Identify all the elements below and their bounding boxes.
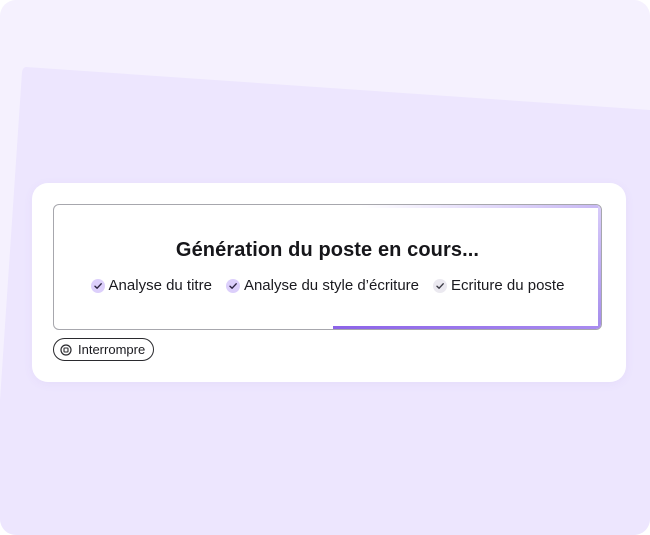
step-label: Ecriture du poste [451, 277, 565, 294]
check-icon [225, 278, 240, 293]
step-writing: Ecriture du poste [433, 277, 564, 294]
progress-glow-right [598, 205, 601, 329]
step-label: Analyse du style d’écriture [243, 277, 420, 294]
generation-card: Génération du poste en cours... Analyse … [32, 183, 626, 382]
progress-bar-fill [332, 326, 601, 329]
step-style-analysis: Analyse du style d’écriture [225, 277, 420, 294]
stop-button-label: Interrompre [78, 342, 146, 357]
progress-glow-top [361, 205, 601, 208]
progress-title: Génération du poste en cours... [175, 239, 480, 261]
check-icon [90, 278, 105, 293]
app-frame: Génération du poste en cours... Analyse … [0, 0, 650, 535]
progress-steps: Analyse du titre Analyse du style d’écri… [54, 277, 601, 294]
stop-icon [60, 343, 72, 356]
check-icon [433, 278, 448, 293]
step-title-analysis: Analyse du titre [90, 277, 212, 294]
progress-track [54, 326, 601, 329]
step-label: Analyse du titre [108, 277, 212, 294]
generation-progress-panel: Génération du poste en cours... Analyse … [53, 204, 602, 330]
stop-button[interactable]: Interrompre [53, 338, 155, 361]
